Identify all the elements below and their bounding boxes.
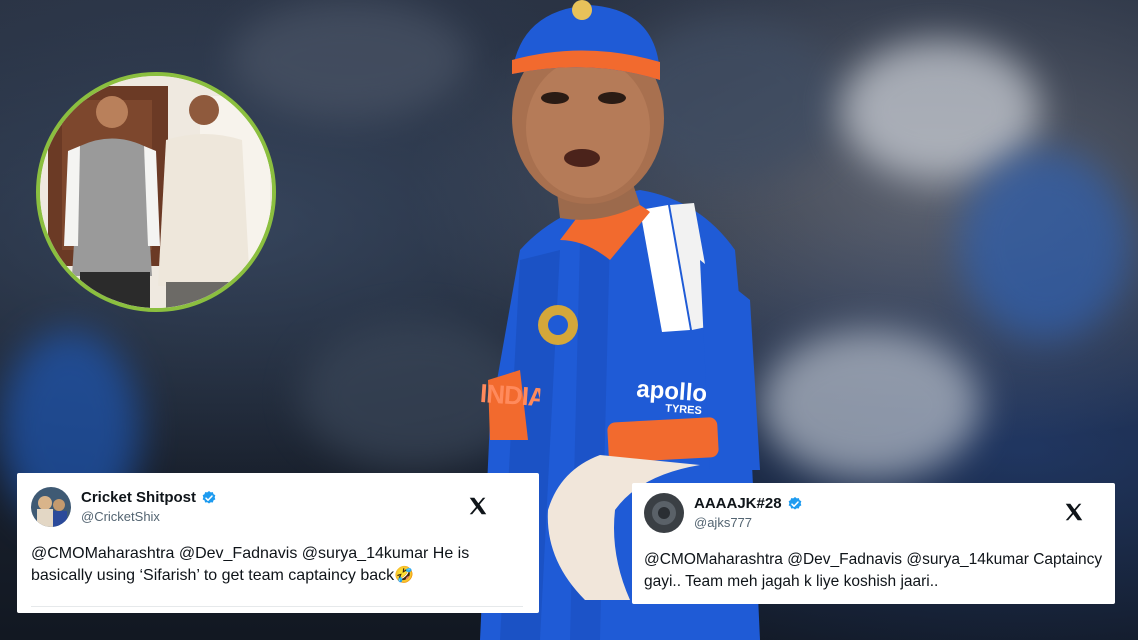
tweet-card[interactable]: Cricket Shitpost @CricketShix @CMOMahara…	[17, 473, 539, 613]
inset-photo	[36, 72, 276, 312]
tweet-text-line: gayi.. Team meh jagah k liye koshish jaa…	[644, 573, 939, 590]
tweet-text-line: basically using ‘Sifarish’ to get team c…	[31, 567, 415, 584]
tweet-text: @CMOMaharashtra @Dev_Fadnavis @surya_14k…	[644, 549, 1103, 593]
tweet-card[interactable]: AAAAJK#28 @ajks777 @CMOMaharashtra @Dev_…	[632, 483, 1115, 604]
tweet-header: AAAAJK#28 @ajks777	[644, 493, 1103, 533]
tweet-text: @CMOMaharashtra @Dev_Fadnavis @surya_14k…	[31, 543, 525, 587]
x-logo-icon[interactable]	[1063, 501, 1085, 523]
tweet-text-line: @CMOMaharashtra @Dev_Fadnavis @surya_14k…	[644, 551, 1103, 568]
author-block: Cricket Shitpost @CricketShix	[81, 489, 217, 525]
author-handle[interactable]: @CricketShix	[81, 509, 217, 525]
author-handle[interactable]: @ajks777	[694, 515, 803, 531]
jersey-sponsor-logo: apollo TYRES	[635, 376, 708, 418]
divider	[31, 606, 523, 607]
author-name[interactable]: AAAAJK#28	[694, 495, 782, 513]
author-block: AAAAJK#28 @ajks777	[694, 495, 803, 531]
avatar[interactable]	[644, 493, 684, 533]
x-logo-icon[interactable]	[467, 495, 489, 517]
author-name[interactable]: Cricket Shitpost	[81, 489, 196, 507]
tweet-text-line: @CMOMaharashtra @Dev_Fadnavis @surya_14k…	[31, 545, 470, 562]
inset-photo-people	[40, 76, 272, 308]
tweet-header: Cricket Shitpost @CricketShix	[31, 487, 525, 527]
avatar[interactable]	[31, 487, 71, 527]
verified-badge-icon	[201, 490, 217, 506]
jersey-chest-text: INDIA	[479, 377, 542, 413]
verified-badge-icon	[787, 496, 803, 512]
